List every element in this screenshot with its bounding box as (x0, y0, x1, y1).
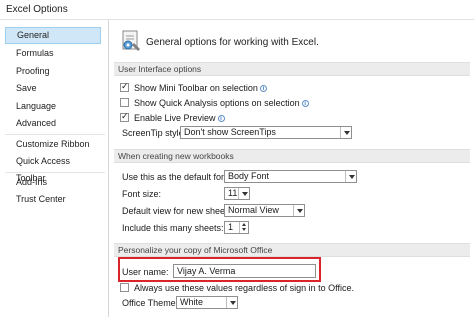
quick-analysis-checkbox[interactable] (120, 98, 129, 107)
sheet-count-spinner[interactable]: 1 (224, 221, 249, 234)
sidebar-item-language[interactable]: Language (5, 98, 101, 115)
chevron-down-icon[interactable] (340, 127, 351, 138)
sidebar-item-trust-center[interactable]: Trust Center (5, 191, 101, 208)
info-icon: i (259, 85, 267, 92)
section-title: Personalize your copy of Microsoft Offic… (118, 245, 273, 255)
info-icon: i (217, 115, 225, 122)
office-theme-label: Office Theme: (122, 298, 179, 308)
default-view-select[interactable]: Normal View (224, 204, 305, 217)
always-use-checkbox[interactable] (120, 283, 129, 292)
sheet-count-label: Include this many sheets: (122, 223, 224, 233)
screentip-label: ScreenTip style: (122, 128, 187, 138)
sidebar-item-add-ins[interactable]: Add-Ins (5, 174, 101, 191)
font-size-label: Font size: (122, 189, 162, 199)
office-theme-value: White (180, 297, 204, 307)
info-icon: i (301, 100, 309, 107)
chevron-down-icon[interactable] (238, 188, 249, 199)
sidebar-divider (5, 134, 105, 135)
screentip-style-value: Don't show ScreenTips (184, 127, 276, 137)
window-title: Excel Options (6, 4, 68, 15)
default-view-value: Normal View (228, 205, 279, 215)
live-preview-checkbox[interactable] (120, 111, 129, 123)
highlight-annotation (118, 257, 321, 282)
section-personalize: Personalize your copy of Microsoft Offic… (114, 243, 470, 257)
sidebar-item-quick-access-toolbar[interactable]: Quick Access Toolbar (5, 153, 101, 183)
default-font-label: Use this as the default font: (122, 172, 232, 182)
sheet-count-value: 1 (228, 222, 234, 232)
mini-toolbar-label: Show Mini Toolbar on selection (134, 83, 258, 93)
screentip-style-select[interactable]: Don't show ScreenTips (180, 126, 352, 139)
always-use-label: Always use these values regardless of si… (134, 283, 354, 293)
section-user-interface: User Interface options (114, 62, 470, 76)
font-size-value: 11 (228, 188, 238, 198)
section-title: When creating new workbooks (118, 151, 234, 161)
page-heading: General options for working with Excel. (146, 37, 319, 48)
sidebar-item-customize-ribbon[interactable]: Customize Ribbon (5, 136, 101, 153)
sidebar-item-save[interactable]: Save (5, 80, 101, 97)
office-theme-select[interactable]: White (176, 296, 238, 309)
default-font-value: Body Font (228, 171, 270, 181)
mini-toolbar-checkbox[interactable] (120, 81, 129, 93)
chevron-down-icon[interactable] (345, 171, 356, 182)
sidebar-item-advanced[interactable]: Advanced (5, 115, 101, 132)
spinner-arrows-icon[interactable] (239, 222, 248, 233)
quick-analysis-label: Show Quick Analysis options on selection (134, 98, 300, 108)
sidebar-item-formulas[interactable]: Formulas (5, 45, 101, 62)
default-font-select[interactable]: Body Font (224, 170, 357, 183)
font-size-select[interactable]: 11 (224, 187, 250, 200)
chevron-down-icon[interactable] (293, 205, 304, 216)
section-new-workbooks: When creating new workbooks (114, 149, 470, 163)
sidebar-divider (5, 172, 105, 173)
sidebar-item-general[interactable]: General (5, 27, 101, 44)
sidebar-item-proofing[interactable]: Proofing (5, 63, 101, 80)
options-sidebar: General Formulas Proofing Save Language … (0, 20, 109, 317)
section-title: User Interface options (118, 64, 202, 74)
general-options-icon (122, 30, 140, 51)
live-preview-label: Enable Live Preview (134, 113, 216, 123)
title-bar: Excel Options (0, 0, 474, 20)
chevron-down-icon[interactable] (226, 297, 237, 308)
default-view-label: Default view for new sheets: (122, 206, 235, 216)
